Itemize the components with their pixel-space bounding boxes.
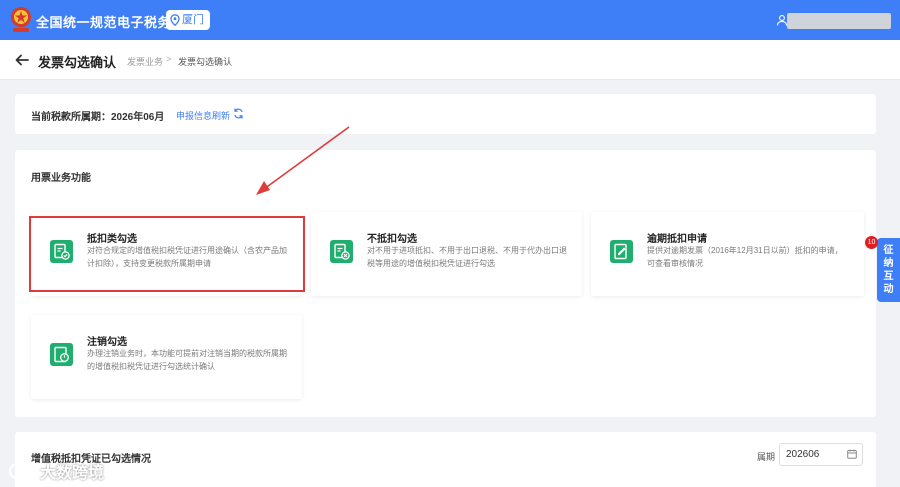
function-title: 逾期抵扣申请 — [647, 234, 707, 245]
back-arrow-icon[interactable] — [14, 52, 30, 68]
invoice-cancel-icon — [330, 240, 353, 263]
breadcrumb-separator: > — [166, 54, 172, 64]
power-document-icon — [50, 343, 73, 366]
side-tab-char: 互 — [883, 271, 894, 282]
notification-badge: 10 — [865, 236, 878, 249]
section-title: 用票业务功能 — [31, 173, 91, 184]
city-selector[interactable]: 厦门 — [166, 10, 210, 30]
function-description: 办理注销业务时，本功能可提前对注销当期的税款所属期的增值税扣税凭证进行勾选统计确… — [87, 349, 287, 371]
watermark-text: 大数跨境 — [40, 465, 105, 482]
period-field-label: 属期 — [757, 452, 776, 462]
function-card-overdue-deduction[interactable]: 逾期抵扣申请 提供对逾期发票（2016年12月31日以前）抵扣的申请，可查看审核… — [591, 212, 864, 296]
invoice-check-icon — [50, 240, 73, 263]
function-title: 注销勾选 — [87, 337, 127, 348]
city-name: 厦门 — [182, 14, 204, 26]
function-title: 抵扣类勾选 — [87, 234, 137, 245]
location-pin-icon — [170, 14, 180, 26]
function-title: 不抵扣勾选 — [367, 234, 417, 245]
refresh-icon[interactable] — [233, 108, 244, 119]
function-description: 对不用于进项抵扣、不用于出口退税、不用于代办出口退税等用途的增值税扣税凭证进行勾… — [367, 246, 567, 268]
side-tab-char: 征 — [883, 245, 894, 256]
interaction-side-tab[interactable]: 征 纳 互 动 — [877, 238, 900, 302]
page-header: 发票勾选确认 发票业务 > 发票勾选确认 — [0, 40, 900, 80]
refresh-declaration-link[interactable]: 申报信息刷新 — [176, 109, 230, 122]
calendar-icon[interactable] — [847, 449, 857, 459]
user-name-redacted[interactable] — [787, 13, 891, 29]
function-description: 提供对逾期发票（2016年12月31日以前）抵扣的申请，可查看审核情况 — [647, 246, 843, 268]
function-card-deductible-selection[interactable]: 抵扣类勾选 对符合规定的增值税扣税凭证进行用途确认（含农产品加计扣除），支持变更… — [31, 212, 302, 296]
page-title: 发票勾选确认 — [38, 55, 117, 70]
side-tab-char: 动 — [883, 284, 894, 295]
tax-emblem-icon — [11, 7, 31, 32]
tax-period-label: 当前税款所属期：2026年06月 — [31, 112, 165, 123]
watermark-logo-icon — [9, 463, 35, 479]
function-card-deregistration-selection[interactable]: 注销勾选 办理注销业务时，本功能可提前对注销当期的税款所属期的增值税扣税凭证进行… — [31, 315, 302, 399]
breadcrumb-item[interactable]: 发票业务 — [127, 55, 163, 68]
breadcrumb-current: 发票勾选确认 — [178, 57, 233, 67]
watermark: 大数跨境 — [8, 459, 104, 483]
function-description: 对符合规定的增值税扣税凭证进行用途确认（含农产品加计扣除），支持变更税款所属期申… — [87, 246, 287, 268]
document-edit-icon — [610, 240, 633, 263]
side-tab-char: 纳 — [883, 258, 894, 269]
function-card-non-deductible-selection[interactable]: 不抵扣勾选 对不用于进项抵扣、不用于出口退税、不用于代办出口退税等用途的增值税扣… — [311, 212, 582, 296]
top-bar: 全国统一规范电子税务局 厦门 — [0, 0, 900, 40]
site-title: 全国统一规范电子税务局 — [36, 15, 185, 30]
